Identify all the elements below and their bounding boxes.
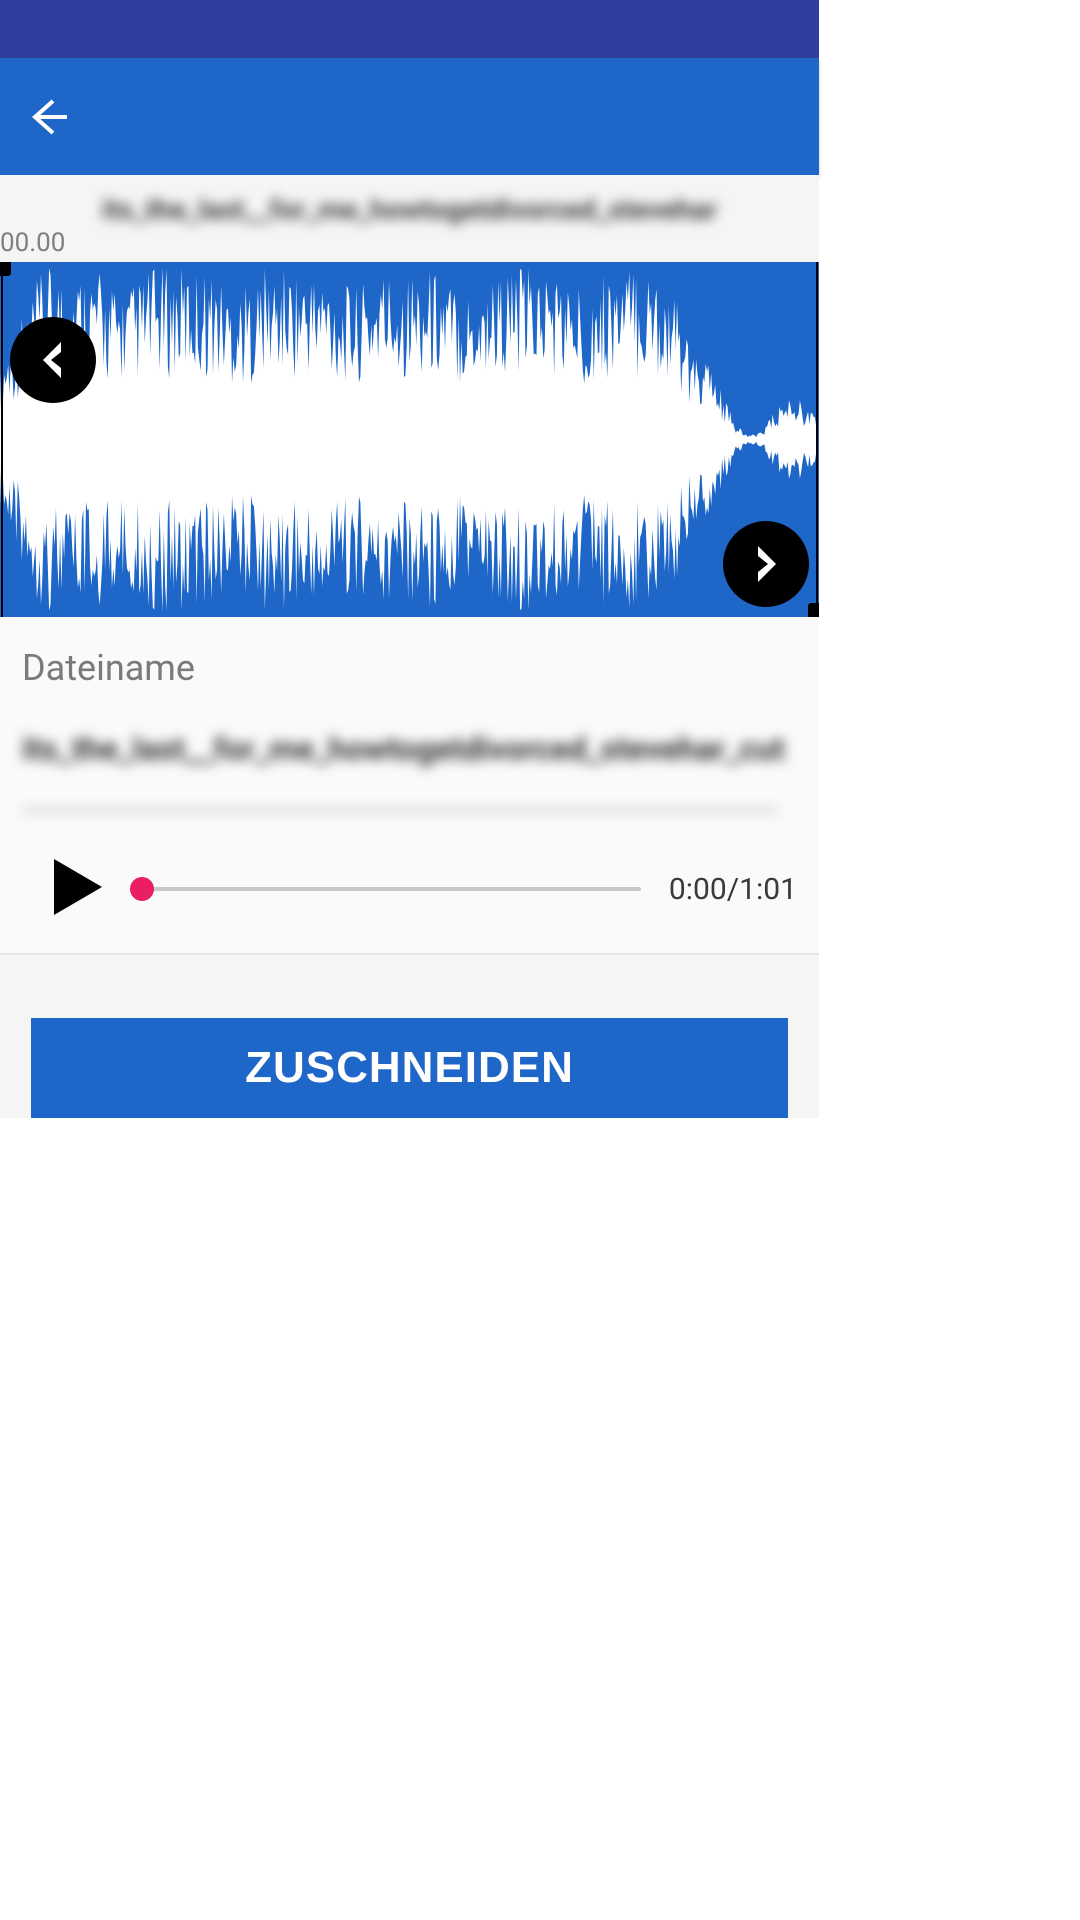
chevron-right-icon — [744, 542, 788, 586]
filename-input[interactable]: its_the_last__for_me_howtogetdivorced_st… — [22, 721, 778, 811]
arrow-left-icon — [27, 95, 71, 139]
selection-handle-start[interactable] — [1, 262, 3, 617]
scroll-left-button[interactable] — [10, 317, 96, 403]
filename-section: Dateiname its_the_last__for_me_howtogetd… — [0, 617, 819, 825]
play-icon — [54, 859, 102, 915]
app-bar — [0, 58, 819, 175]
chevron-left-icon — [31, 338, 75, 382]
player-row: 0:00/1:01 — [0, 825, 819, 953]
selection-handle-end[interactable] — [816, 262, 818, 617]
playback-slider-thumb[interactable] — [130, 877, 154, 901]
scroll-right-button[interactable] — [723, 521, 809, 607]
crop-button[interactable]: ZUSCHNEIDEN — [31, 1018, 788, 1118]
waveform-area[interactable] — [0, 262, 819, 617]
playback-slider[interactable] — [130, 887, 641, 891]
playback-time: 0:00/1:01 — [669, 872, 797, 907]
waveform-graphic — [0, 262, 819, 617]
back-button[interactable] — [24, 92, 74, 142]
timeline-start-label: 00.00 — [0, 226, 819, 262]
track-title: its_the_last__for_me_howtogetdivorced_st… — [0, 193, 819, 226]
action-area: ZUSCHNEIDEN — [0, 955, 819, 1118]
filename-label: Dateiname — [22, 647, 797, 689]
content-area: its_the_last__for_me_howtogetdivorced_st… — [0, 175, 819, 1118]
play-button[interactable] — [54, 859, 102, 919]
status-bar — [0, 0, 819, 58]
